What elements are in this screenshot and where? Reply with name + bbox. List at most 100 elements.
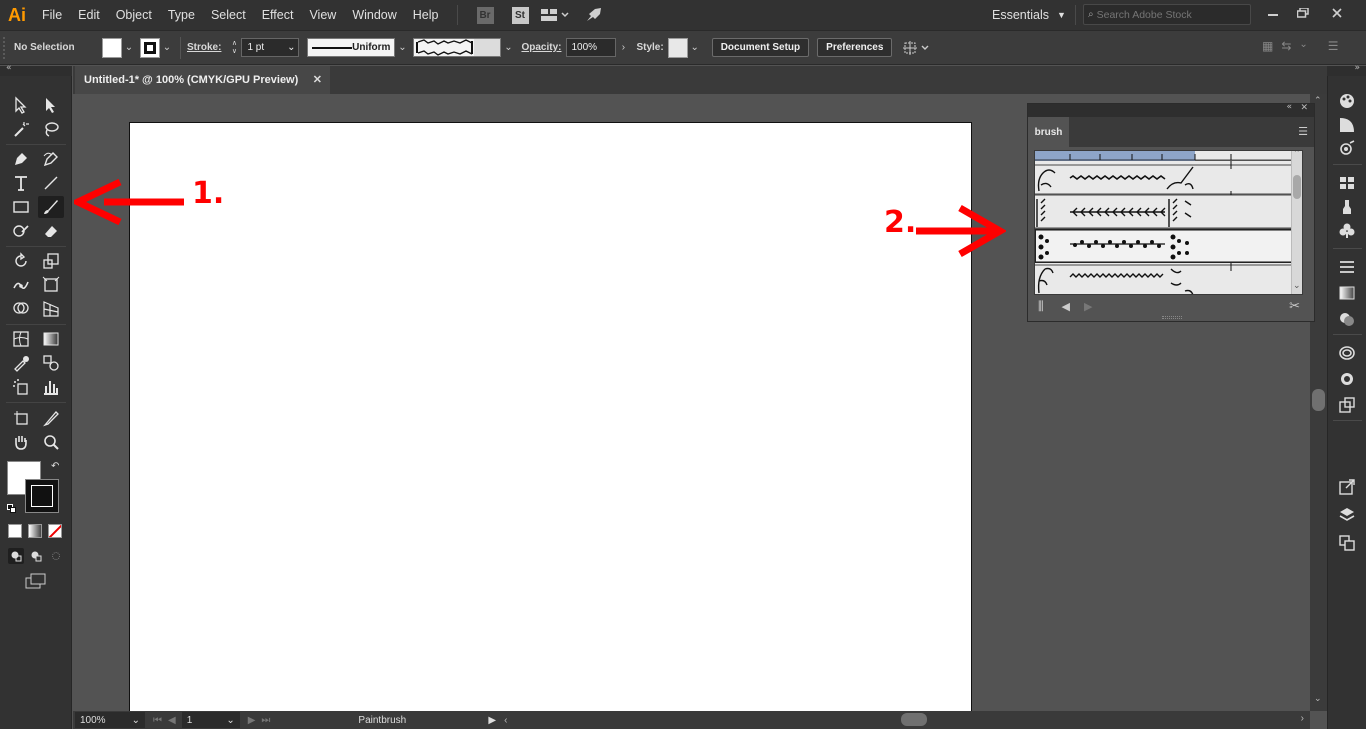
stroke-weight-field[interactable]: 1 pt ⌄ [241, 38, 300, 57]
scroll-up-arrow-icon[interactable]: ⌃ [1314, 96, 1322, 106]
close-tab-button[interactable]: ✕ [313, 73, 322, 86]
draw-normal-icon[interactable] [8, 548, 24, 564]
brush-panel-titlebar[interactable]: « ✕ [1028, 102, 1314, 117]
scroll-up-arrow-icon[interactable]: ⌃ [1293, 151, 1301, 159]
document-tab[interactable]: Untitled-1* @ 100% (CMYK/GPU Preview) ✕ [75, 66, 330, 94]
scroll-down-arrow-icon[interactable]: ⌄ [1293, 281, 1301, 291]
scroll-right-arrow-icon[interactable]: › [1301, 713, 1304, 724]
brush-list-item[interactable] [1035, 151, 1293, 161]
stroke-swatch[interactable] [140, 37, 160, 58]
collapse-icon[interactable]: » [1354, 63, 1360, 73]
screen-mode-icon[interactable] [24, 572, 48, 590]
gradient-tool[interactable] [38, 328, 64, 350]
panel-resize-grip[interactable] [1162, 316, 1182, 319]
artboards-panel-icon[interactable] [1336, 532, 1358, 554]
collapse-icon[interactable]: « [6, 63, 12, 73]
first-artboard-icon[interactable]: ⏮ [153, 715, 162, 726]
symbols-icon[interactable] [1336, 220, 1358, 242]
magic-wand-tool[interactable] [8, 118, 34, 140]
column-graph-tool[interactable] [38, 376, 64, 398]
chevron-down-icon[interactable]: ⌄ [1299, 39, 1307, 53]
brush-list-scroll-thumb[interactable] [1293, 175, 1301, 199]
fill-swatch[interactable] [102, 37, 122, 58]
scroll-down-arrow-icon[interactable]: ⌄ [1314, 694, 1322, 704]
color-panel-icon[interactable] [1336, 90, 1358, 112]
down-arrow-icon[interactable]: ∨ [232, 48, 237, 56]
fill-dropdown-chevron-icon[interactable]: ⌄ [122, 38, 136, 58]
collapse-panel-icon[interactable]: « [1286, 102, 1292, 112]
asset-export-icon[interactable] [1336, 394, 1358, 416]
gpu-rocket-icon[interactable] [582, 5, 606, 25]
brush-tab[interactable]: brush [1028, 117, 1069, 147]
profile-dropdown-chevron-icon[interactable]: ⌄ [395, 38, 409, 58]
stroke-color-box[interactable] [25, 479, 59, 513]
graphic-style-swatch[interactable] [667, 37, 688, 58]
mesh-tool[interactable] [8, 328, 34, 350]
zoom-tool[interactable] [38, 431, 64, 453]
stroke-panel-icon[interactable] [1336, 256, 1358, 278]
brush-list-item-selected[interactable] [1035, 229, 1293, 263]
curvature-tool[interactable] [38, 148, 64, 170]
style-dropdown-chevron-icon[interactable]: ⌄ [688, 38, 702, 58]
up-arrow-icon[interactable]: ∧ [232, 40, 237, 48]
menu-object[interactable]: Object [108, 0, 160, 30]
color-mode-button[interactable] [8, 524, 22, 538]
gradient-mode-button[interactable] [28, 524, 42, 538]
brush-list-scrollbar[interactable]: ⌃ ⌄ [1291, 151, 1302, 294]
arrange-documents-icon[interactable] [538, 5, 572, 25]
graphic-styles-icon[interactable] [1336, 368, 1358, 390]
swatches-icon[interactable] [1336, 172, 1358, 194]
width-tool[interactable] [8, 274, 34, 296]
toolbar-header[interactable]: « [0, 63, 72, 76]
scroll-left-arrow-icon[interactable]: ‹ [504, 715, 507, 726]
draw-behind-icon[interactable] [28, 548, 44, 564]
slice-tool[interactable] [38, 407, 64, 429]
panel-menu-icon[interactable]: ⇆ [1281, 39, 1291, 53]
eraser-tool[interactable] [38, 220, 64, 242]
shape-builder-tool[interactable] [8, 298, 34, 320]
artboard[interactable] [129, 122, 972, 711]
color-guide-icon[interactable] [1336, 114, 1358, 136]
opacity-field[interactable]: 100% [566, 38, 617, 57]
menu-effect[interactable]: Effect [254, 0, 302, 30]
brush-list-item[interactable] [1035, 161, 1293, 195]
stroke-label[interactable]: Stroke: [187, 42, 221, 53]
transform-options-icon[interactable] [902, 38, 932, 58]
brush-list[interactable]: ⌃ ⌄ [1034, 150, 1303, 295]
chevron-down-icon[interactable]: ⌄ [132, 715, 140, 726]
swap-fill-stroke-icon[interactable]: ↶ [51, 461, 59, 472]
workspace-switcher[interactable]: Essentials ▼ [984, 5, 1074, 25]
previous-artboard-icon[interactable]: ◀ [168, 715, 176, 726]
hand-tool[interactable] [8, 431, 34, 453]
menu-file[interactable]: File [34, 0, 70, 30]
export-icon[interactable] [1336, 476, 1358, 498]
restore-button[interactable] [1288, 2, 1318, 24]
stroke-dropdown-chevron-icon[interactable]: ⌄ [160, 38, 174, 58]
panel-menu-icon[interactable]: ☰ [1298, 125, 1308, 138]
menu-window[interactable]: Window [344, 0, 404, 30]
rectangle-tool[interactable] [8, 196, 34, 218]
stroke-weight-stepper[interactable]: ∧ ∨ [227, 38, 241, 58]
menu-view[interactable]: View [301, 0, 344, 30]
zoom-level-field[interactable]: 100% ⌄ [75, 712, 145, 728]
menu-help[interactable]: Help [405, 0, 447, 30]
hamburger-menu-icon[interactable]: ☰ [1328, 39, 1339, 53]
free-transform-tool[interactable] [38, 274, 64, 296]
brush-library-tool-icon[interactable]: ✂ [1289, 299, 1300, 314]
brushes-panel-icon[interactable] [1336, 196, 1358, 218]
stock-search-box[interactable]: ⌕ [1083, 4, 1251, 25]
layers-icon[interactable] [1336, 504, 1358, 526]
previous-library-icon[interactable]: ◀ [1062, 300, 1070, 313]
status-menu-arrow-icon[interactable]: ▶ [488, 715, 496, 726]
control-bar-grip[interactable] [3, 36, 9, 59]
eyedropper-tool[interactable] [8, 352, 34, 374]
horizontal-scroll-thumb[interactable] [901, 713, 927, 726]
none-mode-button[interactable] [48, 524, 62, 538]
gradient-panel-icon[interactable] [1336, 282, 1358, 304]
brush-list-item[interactable] [1035, 194, 1293, 229]
shaper-tool[interactable] [8, 220, 34, 242]
default-colors-icon[interactable] [7, 504, 17, 514]
symbol-sprayer-tool[interactable] [8, 376, 34, 398]
selection-tool[interactable] [8, 94, 34, 116]
minimize-button[interactable] [1258, 2, 1288, 24]
